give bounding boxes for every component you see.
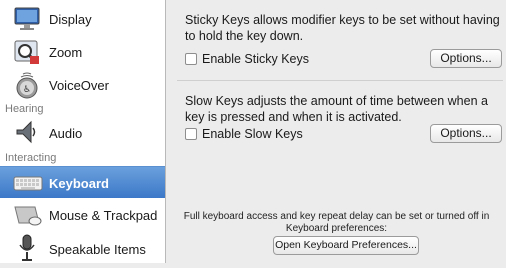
mouse-icon — [13, 201, 42, 229]
display-icon — [13, 4, 41, 32]
sidebar-item-label: Display — [49, 12, 92, 27]
zoom-icon — [13, 38, 41, 66]
sidebar-item-mouse-trackpad[interactable]: Mouse & Trackpad — [0, 199, 165, 231]
sidebar-item-audio[interactable]: Audio — [0, 116, 165, 148]
sidebar-item-display[interactable]: Display — [0, 2, 165, 34]
keyboard-settings-pane: Sticky Keys allows modifier keys to be s… — [167, 0, 506, 263]
enable-slow-keys-label[interactable]: Enable Slow Keys — [202, 127, 303, 142]
sidebar-item-label: Speakable Items — [49, 242, 146, 257]
keyboard-preferences-note: Full keyboard access and key repeat dela… — [183, 211, 490, 234]
voiceover-icon: ♿ — [13, 72, 41, 100]
slow-keys-checkbox-row[interactable]: Enable Slow Keys — [185, 127, 385, 143]
sidebar-item-label: Audio — [49, 126, 83, 141]
section-header-hearing: Hearing — [5, 103, 44, 115]
enable-sticky-keys-checkbox[interactable] — [185, 53, 197, 65]
sidebar-item-keyboard[interactable]: Keyboard — [0, 166, 165, 198]
microphone-icon — [13, 233, 41, 261]
category-sidebar: Display Zoom ♿ VoiceOver Hearing Audio I… — [0, 0, 166, 263]
sidebar-item-label: Keyboard — [49, 176, 109, 191]
section-divider — [177, 80, 503, 81]
sidebar-item-zoom[interactable]: Zoom — [0, 35, 165, 67]
sticky-keys-checkbox-row[interactable]: Enable Sticky Keys — [185, 52, 385, 68]
slow-keys-description: Slow Keys adjusts the amount of time bet… — [185, 94, 488, 124]
svg-text:♿: ♿ — [23, 85, 31, 95]
sticky-keys-description: Sticky Keys allows modifier keys to be s… — [185, 13, 500, 43]
sticky-keys-options-button[interactable]: Options... — [430, 49, 502, 68]
enable-slow-keys-checkbox[interactable] — [185, 128, 197, 140]
slow-keys-options-button[interactable]: Options... — [430, 124, 502, 143]
open-keyboard-preferences-button[interactable]: Open Keyboard Preferences... — [273, 236, 419, 255]
keyboard-icon — [13, 169, 43, 197]
section-header-interacting: Interacting — [5, 152, 57, 164]
sidebar-item-voiceover[interactable]: ♿ VoiceOver — [0, 70, 165, 102]
enable-sticky-keys-label[interactable]: Enable Sticky Keys — [202, 52, 309, 67]
sidebar-item-label: VoiceOver — [49, 78, 109, 93]
sidebar-item-label: Zoom — [49, 45, 83, 60]
sidebar-item-speakable-items[interactable]: Speakable Items — [0, 231, 165, 263]
sidebar-item-label: Mouse & Trackpad — [49, 208, 158, 223]
speaker-icon — [13, 118, 41, 146]
